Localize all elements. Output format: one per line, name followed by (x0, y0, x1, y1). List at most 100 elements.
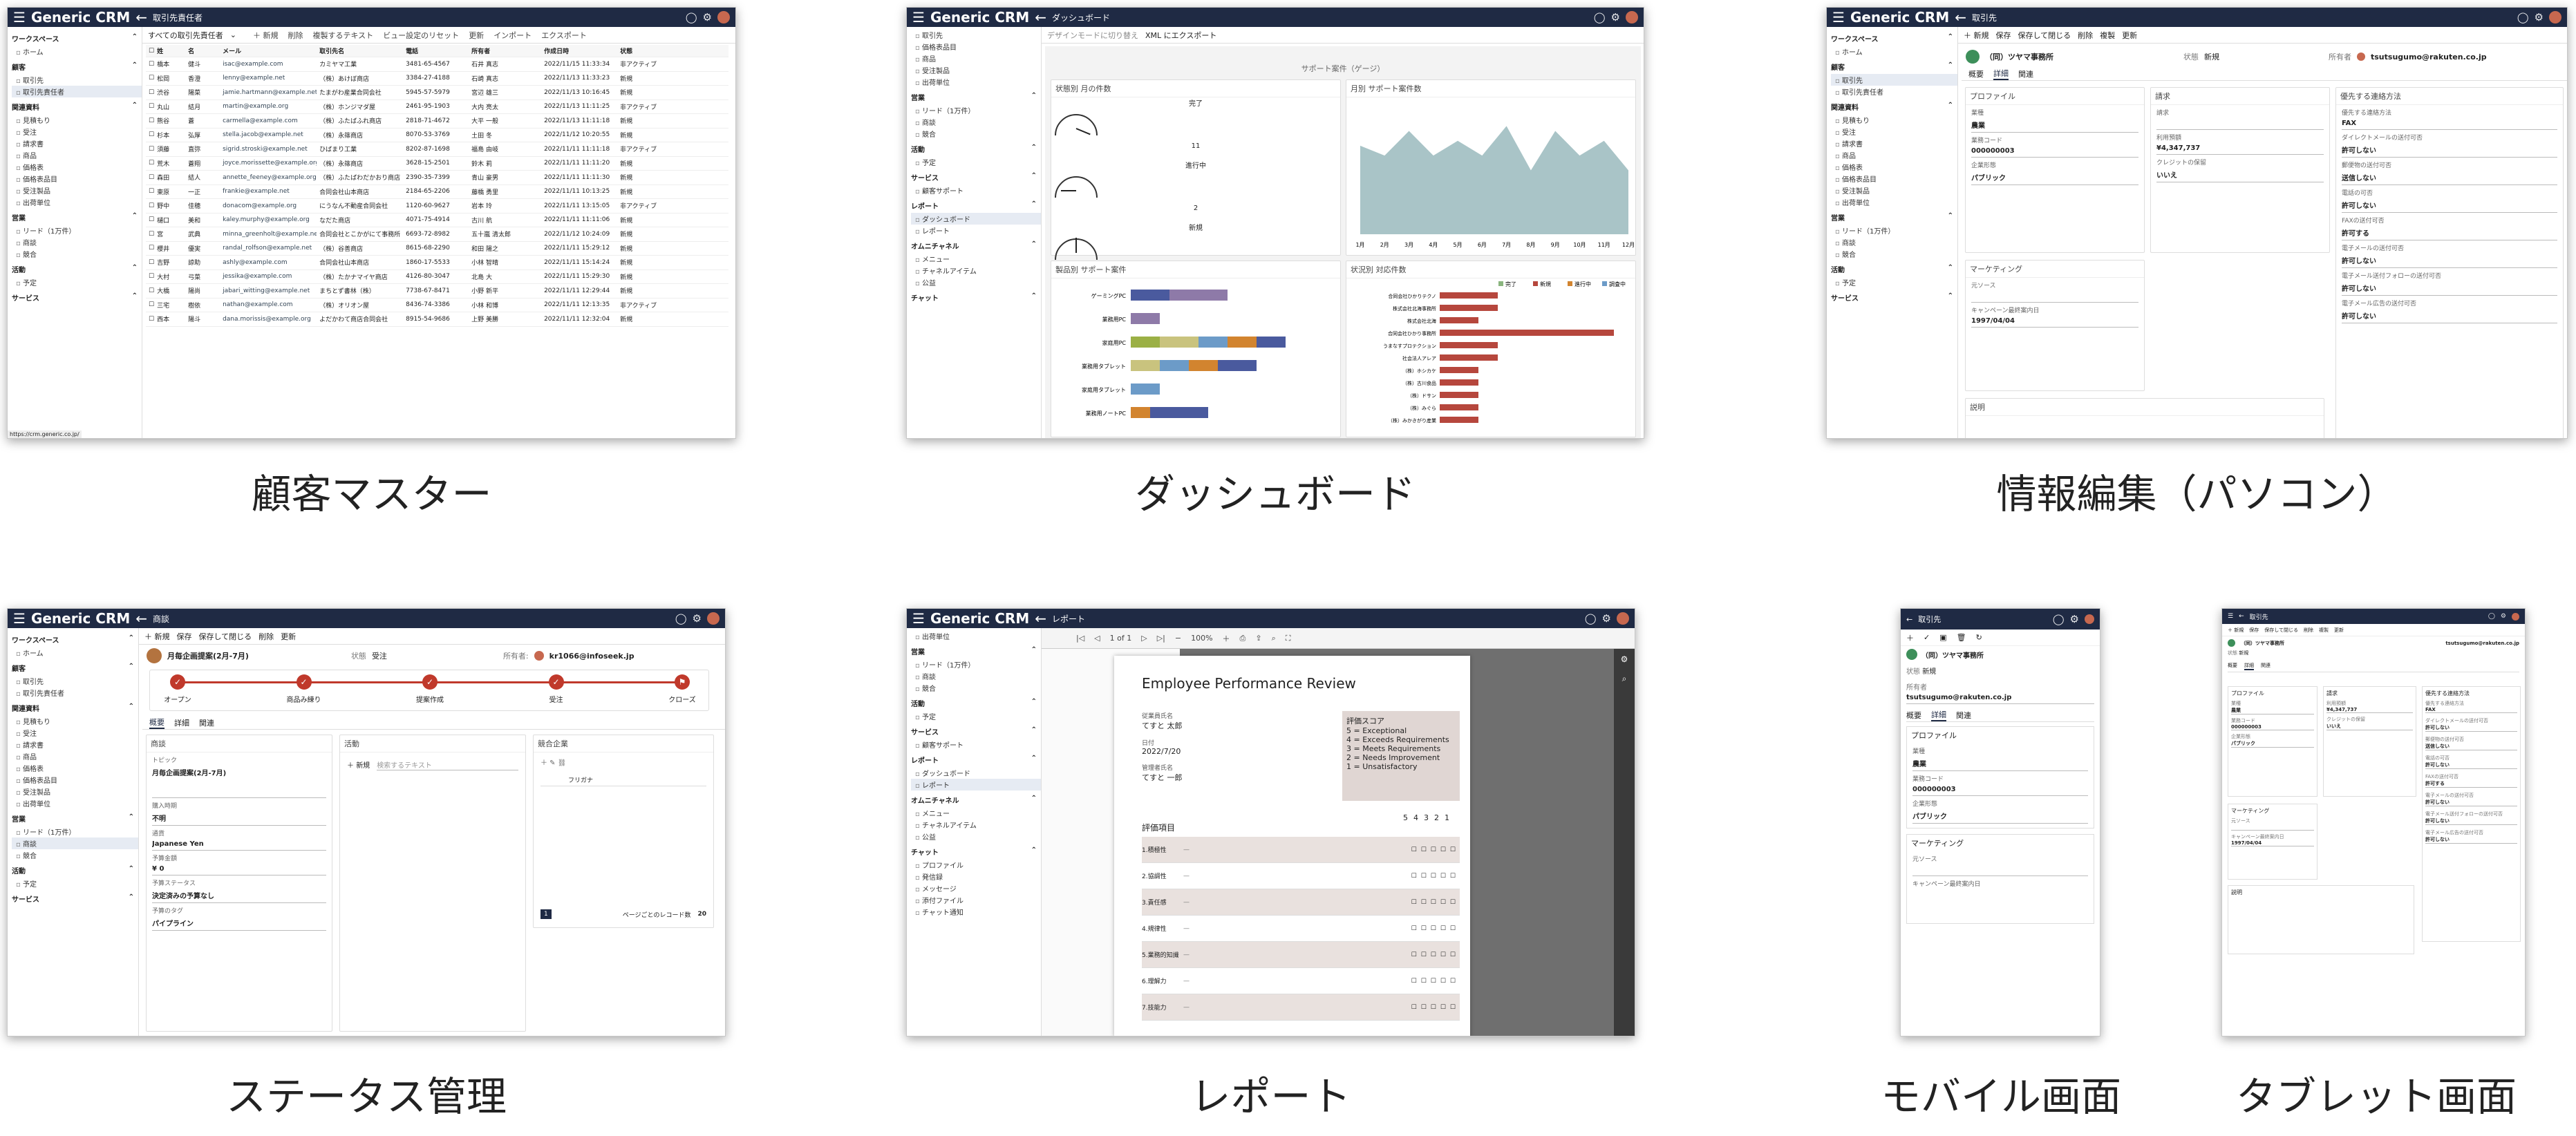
sidebar-item-menu[interactable]: メニュー (911, 253, 1041, 265)
fullscreen-icon[interactable]: ⛶ (1286, 634, 1291, 643)
score-checkbox[interactable]: ☐ (1450, 899, 1456, 906)
bar[interactable] (1440, 367, 1478, 373)
toolbar-button[interactable]: 更新 (2334, 627, 2344, 634)
bar[interactable] (1440, 392, 1478, 398)
bar-segment[interactable] (1131, 360, 1160, 371)
toolbar-button[interactable]: ＋ 新規 (2228, 627, 2244, 634)
sidebar-item-report[interactable]: レポート (911, 225, 1041, 236)
sidebar-item-invoices[interactable]: 請求書 (1831, 138, 1957, 149)
toolbar-button[interactable]: 保存 (2249, 627, 2259, 634)
bar-segment[interactable] (1131, 337, 1160, 348)
row-checkbox[interactable]: ☐ (146, 160, 154, 167)
sidebar-item-delivery-item[interactable]: 出荷単位 (12, 797, 138, 809)
sidebar-section-activity[interactable]: 活動 ⌃ (911, 144, 1041, 154)
permission-select[interactable]: 許可しない (2425, 724, 2517, 732)
score-checkbox[interactable]: ☐ (1431, 899, 1436, 906)
sidebar-section-workspace[interactable]: ワークスペース ⌃ (12, 33, 142, 44)
code-input[interactable]: 000000003 (1971, 145, 2138, 158)
permission-select[interactable]: 許可しない (2425, 817, 2517, 825)
score-checkbox[interactable]: ☐ (1421, 925, 1427, 932)
status-value[interactable]: 新規 (2239, 650, 2248, 656)
sidebar-item-report[interactable]: レポート (911, 779, 1041, 791)
permission-select[interactable]: 許可しない (2425, 799, 2517, 806)
sidebar-item-schedule[interactable]: 予定 (1831, 276, 1957, 288)
code-input[interactable]: 000000003 (2231, 724, 2314, 730)
table-row[interactable]: ☐ 大村 弓菜 jessika@example.com （株）たかナマイヤ商店 4126-… (146, 270, 728, 284)
status-value[interactable]: 新規 (2204, 51, 2219, 62)
sidebar-section-activity[interactable]: 活動 ⌃ (1831, 264, 1957, 274)
sidebar-item-invoices[interactable]: 請求書 (12, 739, 138, 750)
permission-select[interactable]: 許可しない (2342, 308, 2557, 323)
gear-icon[interactable]: ⚙ (1602, 612, 1611, 625)
page-indicator[interactable]: 1 of 1 (1110, 634, 1132, 643)
table-row[interactable]: ☐ 樋口 美和 kaley.murphy@example.org なだた商店 4071-7… (146, 214, 728, 227)
sidebar-item-accounts[interactable]: 取引先 (12, 675, 138, 687)
sidebar-section-service[interactable]: サービス ⌃ (911, 726, 1041, 737)
sidebar-item-accounts[interactable]: 取引先 (911, 29, 1041, 41)
tab-details[interactable]: 詳細 (1931, 709, 1946, 721)
industry-select[interactable]: 農業 (2231, 707, 2314, 714)
sidebar-item-dashboard[interactable]: ダッシュボード (911, 767, 1041, 779)
sidebar-item-deals[interactable]: 商談 (12, 236, 142, 248)
sidebar-item-competitors[interactable]: 競合 (12, 849, 138, 861)
status-value[interactable]: 新規 (1922, 668, 1936, 676)
bar-segment[interactable] (1198, 337, 1228, 348)
status-value[interactable]: 受注 (372, 650, 387, 661)
row-checkbox[interactable]: ☐ (146, 202, 154, 209)
sidebar-item-delivery[interactable]: 受注製品 (1831, 184, 1957, 196)
permission-select[interactable]: 送信しない (2425, 743, 2517, 750)
sidebar-item-accounts[interactable]: 取引先 (12, 74, 142, 86)
refresh-icon[interactable]: ↻ (1976, 633, 1982, 642)
owner-value[interactable]: kr1066@infoseek.jp (549, 652, 634, 661)
sidebar-item-leads[interactable]: リード（1万件） (12, 225, 142, 236)
row-checkbox[interactable]: ☐ (146, 146, 154, 153)
score-checkbox[interactable]: ☐ (1431, 925, 1436, 932)
tab-related[interactable]: 関連 (199, 717, 214, 728)
permission-select[interactable]: 許可しない (2342, 253, 2557, 268)
gear-icon[interactable]: ⚙ (2070, 613, 2079, 625)
bar-segment[interactable] (1189, 360, 1218, 371)
avatar[interactable] (2085, 614, 2094, 624)
gear-icon[interactable]: ⚙ (2501, 613, 2506, 620)
chat-icon[interactable]: ◯ (2517, 11, 2529, 23)
tab-details[interactable]: 詳細 (174, 717, 189, 728)
revenue-input[interactable]: ¥4,347,737 (2156, 142, 2324, 155)
method-select[interactable]: FAX (2425, 707, 2517, 713)
sidebar-item-delivery-item[interactable]: 出荷単位 (911, 630, 1041, 642)
toolbar-button[interactable]: 更新 (2122, 30, 2137, 41)
toolbar-button[interactable]: 削除 (288, 31, 303, 40)
menu-icon[interactable]: ☰ (912, 9, 925, 26)
column-header[interactable]: 姓 (154, 46, 185, 55)
campaign-date-input[interactable]: 1997/04/04 (1971, 315, 2138, 328)
sidebar-section-activity[interactable]: 活動 ⌃ (12, 865, 138, 875)
bar[interactable] (1440, 330, 1614, 336)
sidebar-section-activity[interactable]: 活動 ⌃ (12, 264, 142, 274)
code-input[interactable]: 000000003 (1912, 784, 2088, 796)
sidebar-item-pricebook-items[interactable]: 価格表品目 (12, 173, 142, 184)
sidebar-item-delivery-item[interactable]: 出荷単位 (12, 196, 142, 208)
row-checkbox[interactable]: ☐ (146, 231, 154, 238)
column-header[interactable]: 状態 (617, 46, 679, 55)
row-checkbox[interactable]: ☐ (146, 103, 154, 110)
sidebar-item-leads[interactable]: リード（1万件） (911, 659, 1041, 670)
tab-overview[interactable]: 概要 (1906, 710, 1921, 721)
type-select[interactable]: パブリック (2231, 740, 2314, 748)
table-row[interactable]: ☐ 丸山 結月 martin@example.org （株）ホンジマダ屋 2461-95-… (146, 100, 728, 114)
industry-select[interactable]: 農業 (1971, 117, 2138, 133)
sidebar-item-attach[interactable]: 添付ファイル (911, 894, 1041, 906)
score-checkbox[interactable]: ☐ (1421, 1004, 1427, 1011)
avatar[interactable] (707, 612, 720, 625)
campaign-date-input[interactable]: 1997/04/04 (2231, 840, 2314, 846)
row-checkbox[interactable]: ☐ (146, 89, 154, 96)
avatar[interactable] (2549, 11, 2561, 23)
sidebar-item-delivery[interactable]: 受注製品 (911, 64, 1041, 76)
score-checkbox[interactable]: ☐ (1431, 978, 1436, 985)
gear-icon[interactable]: ⚙ (1614, 654, 1635, 664)
topic-input[interactable]: 月毎企画提案(2月-7月) (152, 765, 326, 798)
table-row[interactable]: ☐ 杉本 弘厚 stella.jacob@example.net （株）永篠商店 8070… (146, 129, 728, 142)
toolbar-button[interactable]: ＋ 新規 (144, 631, 170, 642)
gear-icon[interactable]: ⚙ (693, 612, 702, 625)
stage-marker[interactable]: ⚑ (675, 674, 690, 690)
sidebar-item-orders[interactable]: 受注 (12, 126, 142, 138)
sidebar-item-quotes[interactable]: 見積もり (12, 114, 142, 126)
